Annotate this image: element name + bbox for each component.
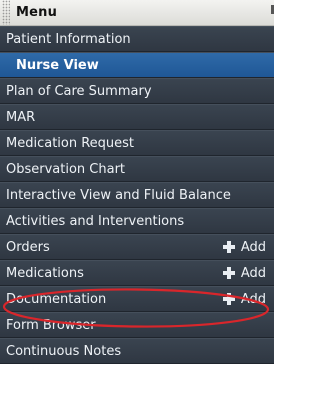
menu-item-mar[interactable]: MAR bbox=[0, 104, 274, 130]
menu-item-label: Form Browser bbox=[6, 317, 96, 333]
menu-item-label: Orders bbox=[6, 239, 50, 255]
menu-item-label: Interactive View and Fluid Balance bbox=[6, 187, 231, 203]
menu-item-orders[interactable]: Orders Add bbox=[0, 234, 274, 260]
menu-item-label: MAR bbox=[6, 109, 36, 125]
menu-item-label: Nurse View bbox=[16, 57, 99, 73]
menu-item-label: Continuous Notes bbox=[6, 343, 122, 359]
menu-item-label: Patient Information bbox=[6, 31, 131, 47]
add-label: Add bbox=[240, 291, 266, 307]
menu-item-label: Documentation bbox=[6, 291, 107, 307]
menu-title: Menu bbox=[16, 5, 58, 20]
menu-item-label: Activities and Interventions bbox=[6, 213, 185, 229]
add-medications-button[interactable]: Add bbox=[222, 261, 266, 285]
menu-item-documentation[interactable]: Documentation Add bbox=[0, 286, 274, 312]
menu-item-label: Observation Chart bbox=[6, 161, 126, 177]
plus-icon bbox=[222, 241, 235, 253]
menu-item-patient-information[interactable]: Patient Information bbox=[0, 26, 274, 52]
menu-item-medications[interactable]: Medications Add bbox=[0, 260, 274, 286]
plus-icon bbox=[222, 267, 235, 279]
menu-item-label: Medication Request bbox=[6, 135, 135, 151]
pin-icon[interactable] bbox=[271, 5, 274, 14]
menu-item-interactive-view[interactable]: Interactive View and Fluid Balance bbox=[0, 182, 274, 208]
add-label: Add bbox=[240, 239, 266, 255]
add-orders-button[interactable]: Add bbox=[222, 235, 266, 259]
menu-header: Menu bbox=[0, 0, 274, 26]
menu-item-label: Plan of Care Summary bbox=[6, 83, 152, 99]
menu-item-label: Medications bbox=[6, 265, 84, 281]
menu-item-plan-of-care-summary[interactable]: Plan of Care Summary bbox=[0, 78, 274, 104]
add-documentation-button[interactable]: Add bbox=[222, 287, 266, 311]
drag-grip-icon[interactable] bbox=[2, 0, 10, 25]
menu-item-medication-request[interactable]: Medication Request bbox=[0, 130, 274, 156]
menu-item-observation-chart[interactable]: Observation Chart bbox=[0, 156, 274, 182]
menu-item-nurse-view[interactable]: Nurse View bbox=[0, 52, 274, 78]
menu-item-activities-and-interventions[interactable]: Activities and Interventions bbox=[0, 208, 274, 234]
navigation-menu: Menu Patient Information Nurse View Plan… bbox=[0, 0, 274, 405]
menu-item-continuous-notes[interactable]: Continuous Notes bbox=[0, 338, 274, 364]
menu-item-form-browser[interactable]: Form Browser bbox=[0, 312, 274, 338]
plus-icon bbox=[222, 293, 235, 305]
add-label: Add bbox=[240, 265, 266, 281]
